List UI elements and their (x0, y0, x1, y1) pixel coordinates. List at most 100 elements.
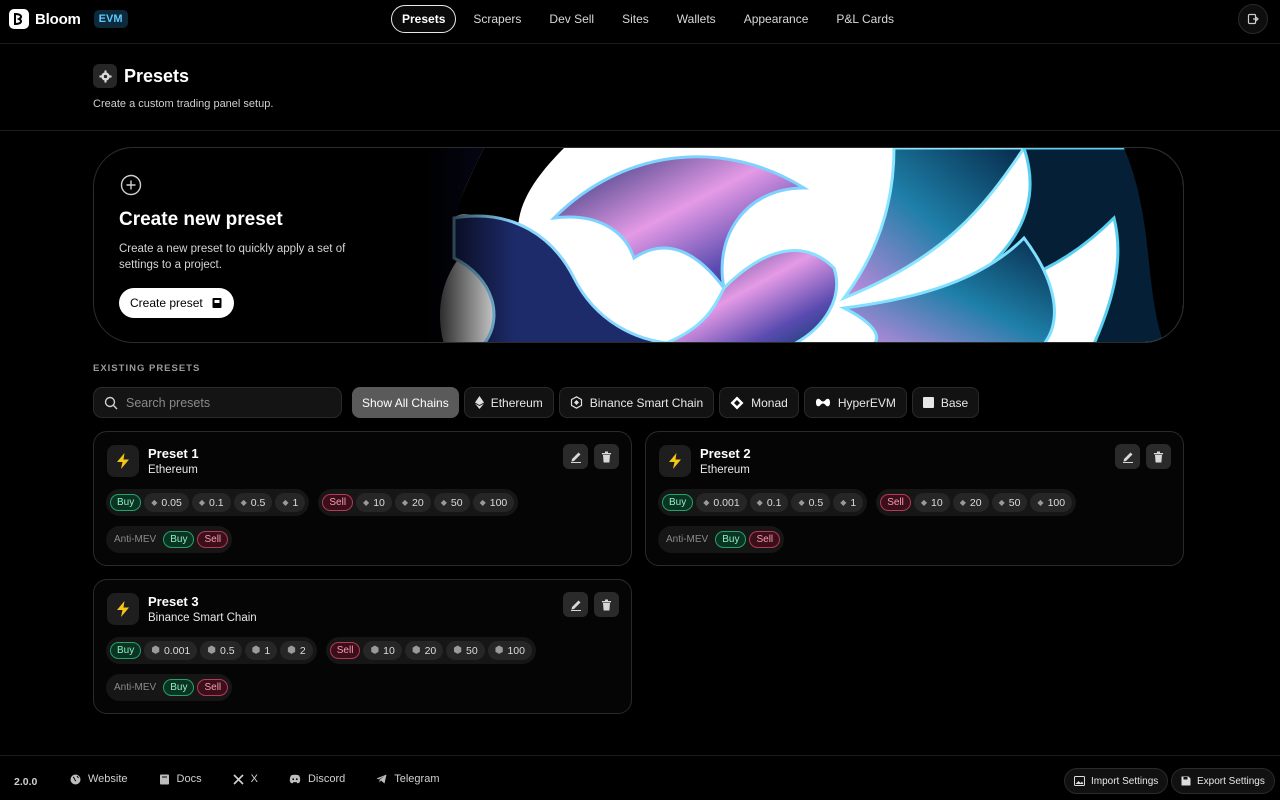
ethereum-icon: ◆ (703, 498, 710, 507)
chain-all[interactable]: Show All Chains (352, 387, 459, 418)
ethereum-icon: ◆ (440, 498, 447, 507)
nav-presets[interactable]: Presets (391, 5, 457, 33)
buy-amount-1[interactable]: ◆ 0.05 (144, 493, 189, 512)
header-divider (0, 130, 1280, 131)
buy-amounts: Buy ⬢ 0.001 ⬢ 0.5 ⬢ 1 ⬢ 2 (106, 637, 317, 664)
nav-wallets[interactable]: Wallets (663, 5, 730, 33)
anti-mev-sell[interactable]: Sell (197, 679, 229, 696)
sell-amount-3[interactable]: ⬢ 50 (446, 641, 485, 660)
sell-amount-4[interactable]: ⬢ 100 (487, 641, 532, 660)
telegram-icon (376, 774, 387, 784)
preset-card-2[interactable]: Preset 2 Ethereum Buy ◆ 0.001 ◆ 0.1 ◆ 0.5 ◆… (645, 431, 1184, 566)
chain-hyperevm[interactable]: HyperEVM (803, 387, 907, 418)
base-icon (922, 397, 934, 408)
search-box[interactable] (93, 387, 342, 418)
anti-mev-group: Anti-MEV Buy Sell (106, 526, 233, 553)
ethereum-icon: ◆ (401, 498, 409, 507)
buy-amount-4[interactable]: ◆ 1 (833, 493, 864, 512)
hero-description: Create a new preset to quickly apply a s… (119, 243, 346, 271)
logout-button[interactable] (1238, 4, 1268, 34)
x-link[interactable]: X (233, 773, 258, 785)
evm-badge[interactable]: EVM (93, 10, 128, 28)
monad-icon (730, 396, 744, 409)
delete-button[interactable] (1146, 444, 1171, 469)
buy-amount-3[interactable]: ◆ 0.5 (791, 493, 831, 512)
notebook-icon (212, 298, 222, 308)
docs-link[interactable]: Docs (159, 773, 202, 785)
x-label: X (250, 773, 258, 785)
buy-amount-2[interactable]: ◆ 0.1 (749, 493, 789, 512)
nav-scrapers[interactable]: Scrapers (459, 5, 535, 33)
preset-card-1[interactable]: Preset 1 Ethereum Buy ◆ 0.05 ◆ 0.1 ◆ 0.5 ◆ 1… (93, 431, 632, 566)
anti-mev-sell[interactable]: Sell (749, 531, 781, 548)
anti-mev-buy[interactable]: Buy (163, 679, 195, 696)
image-import-icon (1074, 776, 1085, 786)
search-input[interactable] (126, 395, 326, 410)
buy-pill: Buy (110, 494, 142, 511)
buy-amount-4[interactable]: ⬢ 2 (280, 641, 313, 660)
logo[interactable]: Bloom EVM (9, 9, 128, 29)
delete-button[interactable] (594, 592, 619, 617)
website-link[interactable]: Website (70, 773, 128, 785)
anti-mev-sell[interactable]: Sell (197, 531, 229, 548)
edit-button[interactable] (1115, 444, 1140, 469)
chain-bsc-label: Binance Smart Chain (589, 395, 704, 410)
sell-amount-1[interactable]: ◆ 10 (913, 493, 950, 512)
trash-icon (1154, 451, 1163, 462)
sell-amount-2[interactable]: ⬢ 20 (404, 641, 444, 660)
chain-ethereum[interactable]: Ethereum (463, 387, 554, 418)
discord-link[interactable]: Discord (289, 773, 345, 785)
buy-amount-3[interactable]: ⬢ 1 (244, 641, 278, 660)
preset-card-3[interactable]: Preset 3 Binance Smart Chain Buy ⬢ 0.001 … (93, 579, 632, 714)
globe-icon (70, 774, 81, 784)
sell-amount-2[interactable]: ◆ 20 (394, 493, 431, 512)
chain-base[interactable]: Base (911, 387, 980, 418)
sell-amount-3[interactable]: ◆ 50 (991, 493, 1028, 512)
telegram-label: Telegram (394, 773, 440, 785)
sell-amount-1[interactable]: ◆ 10 (356, 493, 392, 512)
preset-name: Preset 2 (700, 446, 751, 461)
pencil-icon (570, 452, 581, 463)
sell-pill: Sell (329, 642, 361, 659)
book-icon (159, 774, 169, 784)
create-preset-banner: Create new preset Create a new preset to… (93, 147, 1184, 343)
edit-button[interactable] (563, 592, 588, 617)
sell-amount-2[interactable]: ◆ 20 (952, 493, 989, 512)
trash-icon (602, 599, 611, 610)
create-preset-button[interactable]: Create preset (119, 288, 234, 318)
nav-sites[interactable]: Sites (608, 5, 663, 33)
telegram-link[interactable]: Telegram (376, 773, 440, 785)
buy-amount-1[interactable]: ⬢ 0.001 (144, 641, 198, 660)
chain-monad[interactable]: Monad (719, 387, 799, 418)
lightning-icon (107, 445, 139, 477)
edit-button[interactable] (563, 444, 588, 469)
sell-amount-4[interactable]: ◆ 100 (1030, 493, 1073, 512)
nav-pnl-cards[interactable]: P&L Cards (822, 5, 908, 33)
buy-amount-4[interactable]: ◆ 1 (275, 493, 306, 512)
sell-amounts: Sell ◆ 10 ◆ 20 ◆ 50 ◆ 100 (876, 489, 1077, 516)
export-settings-button[interactable]: Export Settings (1171, 768, 1275, 794)
sell-amount-4[interactable]: ◆ 100 (472, 493, 515, 512)
hyperevm-icon (815, 398, 830, 407)
bnb-icon: ⬢ (370, 645, 380, 656)
nav-dev-sell[interactable]: Dev Sell (535, 5, 608, 33)
x-icon (233, 773, 244, 785)
bnb-icon: ⬢ (251, 645, 261, 656)
discord-label: Discord (307, 773, 346, 785)
chain-bsc[interactable]: Binance Smart Chain (558, 387, 715, 418)
buy-amount-2[interactable]: ◆ 0.1 (191, 493, 231, 512)
buy-amount-3[interactable]: ◆ 0.5 (233, 493, 273, 512)
buy-amount-2[interactable]: ⬢ 0.5 (200, 641, 242, 660)
sell-amount-1[interactable]: ⬢ 10 (363, 641, 402, 660)
sell-pill: Sell (322, 494, 354, 511)
ethereum-icon: ◆ (798, 498, 805, 507)
sell-amount-3[interactable]: ◆ 50 (433, 493, 470, 512)
delete-button[interactable] (594, 444, 619, 469)
search-icon (104, 396, 118, 409)
buy-amount-1[interactable]: ◆ 0.001 (696, 493, 747, 512)
anti-mev-buy[interactable]: Buy (715, 531, 747, 548)
docs-label: Docs (176, 773, 202, 785)
nav-appearance[interactable]: Appearance (730, 5, 823, 33)
import-settings-button[interactable]: Import Settings (1064, 768, 1169, 794)
anti-mev-buy[interactable]: Buy (163, 531, 195, 548)
